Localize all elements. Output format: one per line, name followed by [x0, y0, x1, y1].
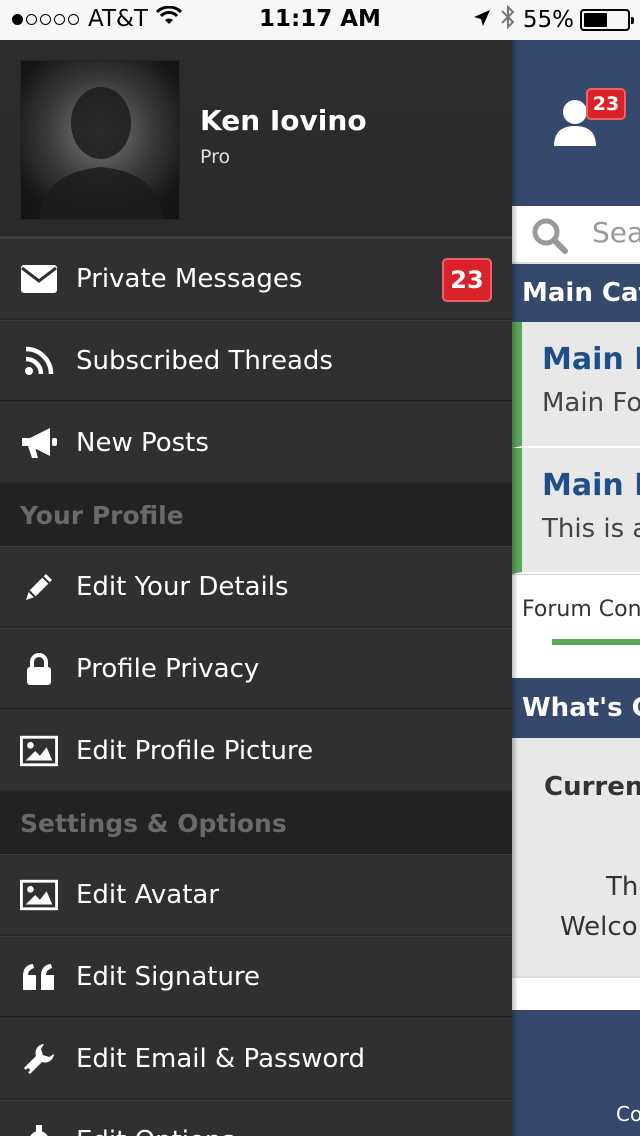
profile-name: Ken Iovino [200, 104, 367, 137]
forum-description: Main Forum [542, 388, 640, 418]
search-input[interactable]: Search [592, 216, 640, 249]
main-content: 23 Search Main Category Main Forum Main … [512, 40, 640, 1136]
info-line: Welcome [560, 912, 640, 942]
footer: Co [512, 1010, 640, 1136]
menu-label: Subscribed Threads [76, 345, 333, 376]
menu-label: Edit Avatar [76, 879, 220, 910]
section-header-your-profile: Your Profile [0, 484, 512, 546]
search-bar[interactable]: Search [512, 206, 640, 264]
menu-label: New Posts [76, 427, 209, 458]
envelope-icon [20, 260, 58, 298]
wrench-icon [20, 1040, 58, 1078]
forum-row[interactable]: Main Forum Main Forum [512, 322, 640, 448]
menu-item-edit-signature[interactable]: Edit Signature [0, 936, 512, 1018]
lock-icon [20, 650, 58, 688]
battery-icon [580, 9, 634, 31]
menu-item-edit-details[interactable]: Edit Your Details [0, 546, 512, 628]
menu-item-profile-privacy[interactable]: Profile Privacy [0, 628, 512, 710]
menu-label: Profile Privacy [76, 653, 260, 684]
battery-percent: 55% [522, 7, 574, 33]
menu-label: Edit Your Details [76, 571, 289, 602]
quote-icon [20, 958, 58, 996]
profile-rank: Pro [200, 146, 231, 168]
notification-badge: 23 [586, 88, 626, 120]
pencil-icon [20, 568, 58, 606]
menu-item-new-posts[interactable]: New Posts [0, 402, 512, 484]
forum-description: This is a [542, 514, 640, 544]
message-count-badge: 23 [442, 258, 492, 302]
section-header-settings: Settings & Options [0, 792, 512, 854]
menu-item-subscribed-threads[interactable]: Subscribed Threads [0, 320, 512, 402]
picture-icon [20, 876, 58, 914]
menu-item-private-messages[interactable]: Private Messages 23 [0, 238, 512, 320]
menu-item-edit-avatar[interactable]: Edit Avatar [0, 854, 512, 936]
menu-item-edit-profile-picture[interactable]: Edit Profile Picture [0, 710, 512, 792]
menu-label: Edit Profile Picture [76, 735, 314, 766]
main-header: 23 [512, 40, 640, 206]
info-line: The [606, 872, 640, 902]
side-drawer: Ken Iovino Pro Private Messages 23 Subsc… [0, 40, 512, 1136]
forum-controls[interactable]: Forum Controls [512, 574, 640, 678]
category-header[interactable]: Main Category [512, 264, 640, 322]
drawer-shadow [512, 40, 518, 1136]
menu-label: Private Messages [76, 263, 303, 294]
avatar[interactable] [20, 60, 180, 220]
search-icon [530, 216, 570, 260]
forum-row[interactable]: Main Forum This is a [512, 448, 640, 574]
footer-text: Co [616, 1102, 640, 1126]
menu-label: Edit Options [76, 1126, 235, 1136]
picture-icon [20, 732, 58, 770]
whats-going-on-body: Currently Active The Welcome [512, 738, 640, 978]
forum-title[interactable]: Main Forum [542, 468, 640, 503]
gear-icon [20, 1122, 58, 1136]
active-tab-indicator [552, 639, 640, 645]
forum-controls-label[interactable]: Forum Controls [522, 597, 640, 622]
menu-item-edit-options[interactable]: Edit Options [0, 1100, 512, 1136]
bluetooth-icon [501, 4, 515, 35]
whats-going-on-header: What's Going On? [512, 678, 640, 738]
rss-icon [20, 342, 58, 380]
spacer [512, 978, 640, 1010]
forum-title[interactable]: Main Forum [542, 342, 640, 377]
menu-label: Edit Signature [76, 961, 261, 992]
location-arrow-icon [473, 7, 491, 33]
currently-active-label: Currently Active [544, 772, 640, 802]
profile-header[interactable]: Ken Iovino Pro [0, 40, 512, 238]
megaphone-icon [20, 424, 58, 462]
menu-label: Edit Email & Password [76, 1043, 365, 1074]
menu-item-edit-email-password[interactable]: Edit Email & Password [0, 1018, 512, 1100]
status-bar: AT&T 11:17 AM 55% [0, 0, 640, 40]
